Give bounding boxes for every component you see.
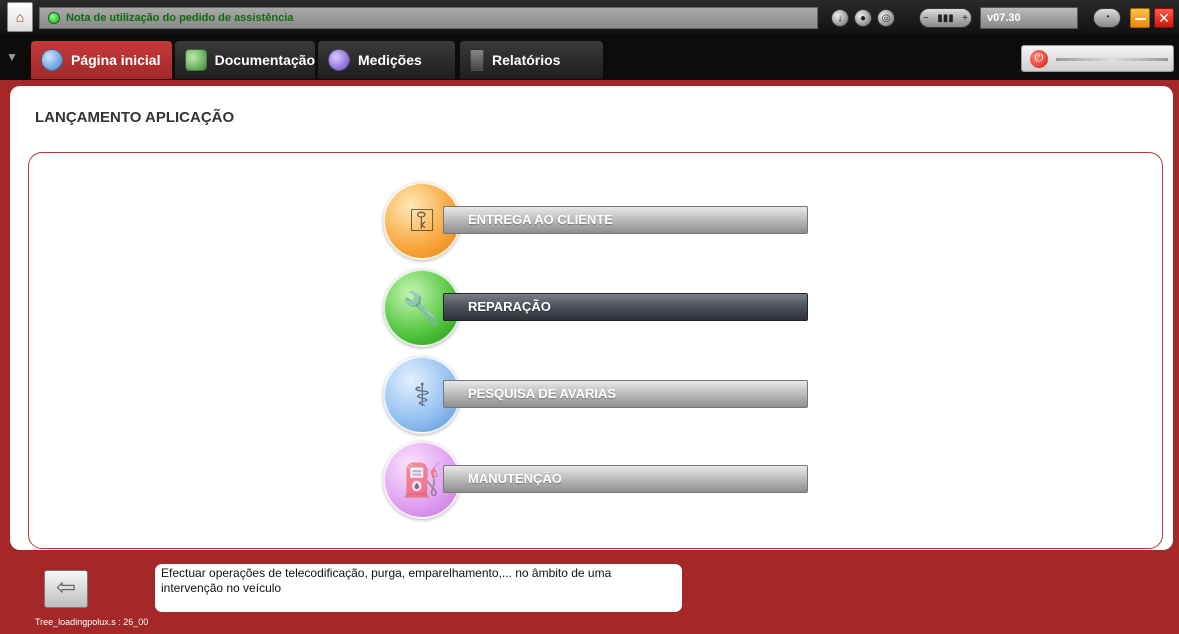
tab-label: Relatórios xyxy=(492,52,561,68)
waveform-icon xyxy=(328,49,350,71)
menu-item-label[interactable]: PESQUISA DE AVARIAS xyxy=(443,380,808,408)
menu-item-label[interactable]: ENTREGA AO CLIENTE xyxy=(443,206,808,234)
tab-label: Página inicial xyxy=(71,52,161,68)
download-icon[interactable]: ↓ xyxy=(831,9,849,27)
menu-item-reparacao[interactable]: 🔧 REPARAÇÃO xyxy=(383,269,808,347)
arrow-left-icon: ⇦ xyxy=(55,574,77,601)
tab-label: Documentação xyxy=(214,52,315,68)
clock-icon[interactable]: ◔ xyxy=(1093,8,1121,28)
version-label: v07.30 xyxy=(980,7,1078,29)
close-button[interactable]: ✕ xyxy=(1154,8,1174,28)
status-text: Tree_loadingpolux.s : 26_00 xyxy=(35,617,149,627)
citroen-logo-icon: ⌂ xyxy=(7,2,33,32)
tab-documentacao[interactable]: Documentação xyxy=(175,41,315,79)
tab-bar: ▼ Página inicial Documentação Medições R… xyxy=(0,35,1179,80)
info-description: Efectuar operações de telecodificação, p… xyxy=(155,564,682,612)
main-panel: LANÇAMENTO APLICAÇÃO ⚿ ENTREGA AO CLIENT… xyxy=(10,86,1173,550)
user-icon[interactable]: ● xyxy=(854,9,872,27)
status-dot-icon xyxy=(48,12,60,24)
menu-item-entrega-ao-cliente[interactable]: ⚿ ENTREGA AO CLIENTE xyxy=(383,182,808,260)
session-indicator xyxy=(1056,58,1168,61)
target-icon[interactable]: ◎ xyxy=(877,9,895,27)
report-icon xyxy=(470,49,484,71)
volume-control[interactable]: − ▮▮▮ + xyxy=(919,8,972,28)
chevron-down-icon[interactable]: ▼ xyxy=(6,50,18,64)
assistance-notice-text: Nota de utilização do pedido de assistên… xyxy=(66,12,294,24)
book-icon xyxy=(185,49,207,71)
volume-level-icon: ▮▮▮ xyxy=(937,12,954,24)
menu-item-pesquisa-de-avarias[interactable]: ⚕ PESQUISA DE AVARIAS xyxy=(383,356,808,434)
title-bar: ⌂ Nota de utilização do pedido de assist… xyxy=(0,0,1179,35)
volume-down-icon[interactable]: − xyxy=(923,13,929,24)
minimize-button[interactable] xyxy=(1130,8,1150,28)
power-icon[interactable]: ⏻ xyxy=(1030,50,1048,68)
page-title: LANÇAMENTO APLICAÇÃO xyxy=(35,109,235,126)
menu-item-label[interactable]: REPARAÇÃO xyxy=(443,293,808,321)
home-icon xyxy=(41,49,63,71)
tab-label: Medições xyxy=(358,52,422,68)
session-panel[interactable]: ⏻ xyxy=(1021,45,1174,72)
volume-up-icon[interactable]: + xyxy=(962,13,968,24)
menu-item-label[interactable]: MANUTENÇÃO xyxy=(443,465,808,493)
assistance-notice-bar[interactable]: Nota de utilização do pedido de assistên… xyxy=(39,7,818,29)
menu-item-manutencao[interactable]: ⛽ MANUTENÇÃO xyxy=(383,441,808,519)
tab-pagina-inicial[interactable]: Página inicial xyxy=(31,41,172,79)
back-button[interactable]: ⇦ xyxy=(44,570,88,608)
tab-relatorios[interactable]: Relatórios xyxy=(460,41,603,79)
tab-medicoes[interactable]: Medições xyxy=(318,41,455,79)
